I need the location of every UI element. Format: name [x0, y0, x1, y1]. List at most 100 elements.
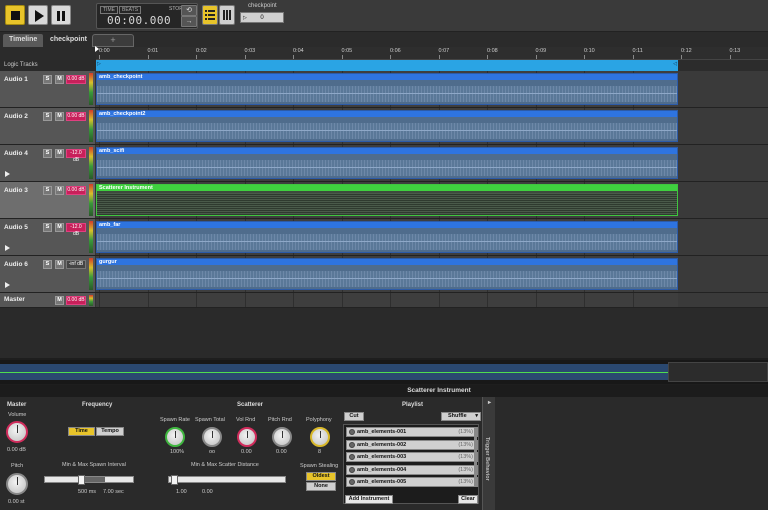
- loop-icon[interactable]: ⟲: [181, 5, 197, 16]
- expand-track-icon[interactable]: [5, 171, 10, 177]
- track-header[interactable]: Audio 5 S M -12.0 dB: [0, 219, 96, 255]
- mute-button[interactable]: M: [55, 149, 64, 158]
- track-header[interactable]: Audio 4 S M -12.0 dB: [0, 145, 96, 181]
- mute-button[interactable]: M: [55, 260, 64, 269]
- playlist-list[interactable]: amb_elements-001 (13%) amb_elements-002 (13…: [343, 424, 479, 504]
- track-lane[interactable]: amb_checkpoint: [96, 71, 768, 107]
- track-volume-field[interactable]: 0.00 dB: [66, 75, 86, 84]
- track-volume-field[interactable]: 0.00 dB: [66, 112, 86, 121]
- playlist-item[interactable]: amb_elements-005 (13%): [346, 477, 478, 487]
- track-row[interactable]: Audio 1 S M 0.00 dB amb_checkpoint: [0, 71, 768, 108]
- pitch-knob[interactable]: [6, 473, 28, 495]
- pitch-rnd-knob[interactable]: [272, 427, 292, 447]
- audio-clip[interactable]: gurgur: [96, 258, 678, 290]
- audio-clip[interactable]: amb_checkpoint2: [96, 110, 678, 142]
- solo-button[interactable]: S: [43, 149, 52, 158]
- track-name: Audio 3: [4, 187, 28, 194]
- solo-button[interactable]: S: [43, 186, 52, 195]
- track-lane[interactable]: amb_far: [96, 219, 768, 255]
- beats-tag[interactable]: BEATS: [119, 6, 142, 14]
- track-row[interactable]: Audio 4 S M -12.0 dB amb_scifi: [0, 145, 768, 182]
- volume-knob[interactable]: [6, 421, 28, 443]
- spawn-total-knob[interactable]: [202, 427, 222, 447]
- scatter-min-value: 1.00: [176, 489, 187, 495]
- checkpoint-field[interactable]: ▷ 0: [240, 12, 284, 23]
- solo-button[interactable]: S: [43, 223, 52, 232]
- shuffle-select[interactable]: Shuffle ▾: [441, 412, 481, 421]
- spawn-rate-knob[interactable]: [165, 427, 185, 447]
- mixer-view-button[interactable]: [219, 5, 235, 25]
- track-row[interactable]: Audio 6 S M -inf dB gurgur: [0, 256, 768, 293]
- solo-button[interactable]: S: [43, 260, 52, 269]
- audio-clip[interactable]: amb_checkpoint: [96, 73, 678, 105]
- tab-checkpoint[interactable]: checkpoint: [44, 34, 93, 47]
- track-list: Audio 1 S M 0.00 dB amb_checkpoint Audio 2SM0…: [0, 71, 768, 308]
- track-header[interactable]: Master M 0.00 dB: [0, 293, 96, 307]
- expand-track-icon[interactable]: [5, 282, 10, 288]
- track-lane[interactable]: amb_scifi: [96, 145, 768, 181]
- track-lane[interactable]: gurgur: [96, 256, 768, 292]
- track-row[interactable]: Audio 2 S M 0.00 dB amb_checkpoint2: [0, 108, 768, 145]
- cut-button[interactable]: Cut: [344, 412, 364, 421]
- pause-button[interactable]: [51, 5, 71, 25]
- track-row[interactable]: Audio 5 S M -12.0 dB amb_far: [0, 219, 768, 256]
- tab-timeline[interactable]: Timeline: [3, 34, 44, 47]
- playhead-icon[interactable]: [95, 46, 99, 52]
- time-ruler[interactable]: 0:00 0:01 0:02 0:03 0:04 0:05 0:06 0:07 0:08 0:09…: [96, 47, 768, 60]
- mute-button[interactable]: M: [55, 296, 64, 305]
- clear-button[interactable]: Clear: [458, 495, 478, 504]
- audio-clip[interactable]: amb_scifi: [96, 147, 678, 179]
- expand-track-icon[interactable]: [5, 245, 10, 251]
- audio-clip[interactable]: Scatterer Instrument: [96, 184, 678, 216]
- track-header[interactable]: Audio 3 S M 0.00 dB: [0, 182, 96, 218]
- list-view-button[interactable]: [202, 5, 218, 25]
- solo-button[interactable]: S: [43, 75, 52, 84]
- playlist-item-name: amb_elements-002: [357, 441, 407, 448]
- trigger-behavior-tab[interactable]: ▸ Trigger Behavior: [482, 397, 495, 510]
- mute-button[interactable]: M: [55, 186, 64, 195]
- stop-button[interactable]: [5, 5, 25, 25]
- playlist-item[interactable]: amb_elements-001 (13%): [346, 427, 478, 437]
- mute-button[interactable]: M: [55, 75, 64, 84]
- playlist-item-icon: [349, 479, 355, 485]
- playlist-scrollbar[interactable]: [474, 427, 477, 487]
- ruler-tick-label: 0:12: [681, 48, 692, 54]
- vol-rnd-knob[interactable]: [237, 427, 257, 447]
- track-lane[interactable]: [96, 293, 768, 307]
- mute-button[interactable]: M: [55, 223, 64, 232]
- logic-track-region[interactable]: ▷ ◁: [96, 60, 678, 71]
- overview-scroll[interactable]: [668, 362, 768, 382]
- time-tag[interactable]: TIME: [100, 6, 118, 14]
- audio-clip[interactable]: amb_far: [96, 221, 678, 253]
- distance-min-thumb[interactable]: [171, 475, 178, 485]
- polyphony-knob[interactable]: [310, 427, 330, 447]
- add-instrument-button[interactable]: Add Instrument: [345, 495, 393, 504]
- track-header[interactable]: Audio 6 S M -inf dB: [0, 256, 96, 292]
- playlist-item[interactable]: amb_elements-002 (13%): [346, 439, 478, 450]
- track-volume-field[interactable]: 0.00 dB: [66, 186, 86, 195]
- none-button[interactable]: None: [306, 482, 336, 491]
- interval-min-thumb[interactable]: [78, 475, 85, 485]
- track-volume-field[interactable]: -12.0 dB: [66, 149, 86, 163]
- scatter-distance-slider[interactable]: [168, 475, 286, 485]
- track-row[interactable]: Audio 3 S M 0.00 dB Scatterer Instrument: [0, 182, 768, 219]
- track-volume-field[interactable]: -12.0 dB: [66, 223, 86, 237]
- track-header[interactable]: Audio 2 S M 0.00 dB: [0, 108, 96, 144]
- track-volume-field[interactable]: 0.00 dB: [66, 296, 86, 305]
- master-track-row[interactable]: Master M 0.00 dB: [0, 293, 768, 308]
- track-lane[interactable]: amb_checkpoint2: [96, 108, 768, 144]
- follow-arrow-icon[interactable]: →: [181, 16, 197, 27]
- playlist-item[interactable]: amb_elements-004 (13%): [346, 464, 478, 475]
- play-button[interactable]: [28, 5, 48, 25]
- playlist-item[interactable]: amb_elements-003 (13%): [346, 452, 478, 462]
- track-lane[interactable]: Scatterer Instrument: [96, 182, 768, 218]
- track-header[interactable]: Audio 1 S M 0.00 dB: [0, 71, 96, 107]
- track-volume-field[interactable]: -inf dB: [66, 260, 86, 269]
- tempo-mode-button[interactable]: Tempo: [96, 427, 124, 436]
- solo-button[interactable]: S: [43, 112, 52, 121]
- oldest-button[interactable]: Oldest: [306, 472, 336, 481]
- playlist-item-percent: (13%): [458, 429, 473, 435]
- time-mode-button[interactable]: Time: [68, 427, 95, 436]
- mute-button[interactable]: M: [55, 112, 64, 121]
- spawn-interval-slider[interactable]: [44, 475, 134, 485]
